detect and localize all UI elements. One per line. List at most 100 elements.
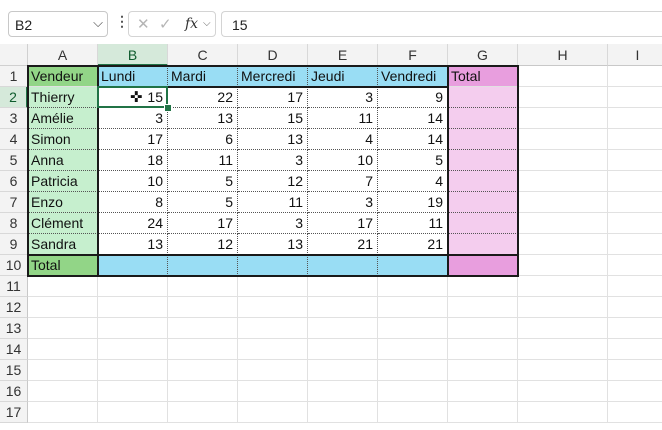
header-cell-vendeur[interactable]: Vendeur [28,66,98,87]
value-cell[interactable]: 4 [378,171,448,192]
name-cell[interactable]: Thierry [28,87,98,108]
value-cell[interactable]: 11 [168,150,238,171]
empty-cell[interactable] [168,360,238,381]
total-cell[interactable] [448,171,518,192]
total-cell[interactable] [448,192,518,213]
empty-cell[interactable] [168,339,238,360]
total-row-cell[interactable] [378,255,448,276]
empty-cell[interactable] [308,339,378,360]
header-cell-vendredi[interactable]: Vendredi [378,66,448,87]
name-cell[interactable]: Clément [28,213,98,234]
value-cell[interactable]: 10 [98,171,168,192]
empty-cell[interactable] [28,381,98,402]
value-cell[interactable]: 5 [168,171,238,192]
empty-cell[interactable] [518,171,608,192]
column-header-i[interactable]: I [608,44,662,66]
empty-cell[interactable] [308,381,378,402]
value-cell[interactable]: 18 [98,150,168,171]
value-cell[interactable]: 13 [238,129,308,150]
value-cell[interactable]: 13 [98,234,168,255]
name-box[interactable]: B2 ⌵ [8,11,108,37]
empty-cell[interactable] [378,297,448,318]
more-options-icon[interactable]: ⋮ [115,13,129,30]
empty-cell[interactable] [608,255,662,276]
empty-cell[interactable] [608,381,662,402]
value-cell[interactable]: 4 [308,129,378,150]
value-cell[interactable]: 5 [378,150,448,171]
empty-cell[interactable] [168,297,238,318]
value-cell[interactable]: 12 [168,234,238,255]
empty-cell[interactable] [518,213,608,234]
empty-cell[interactable] [98,381,168,402]
empty-cell[interactable] [308,402,378,423]
empty-cell[interactable] [608,402,662,423]
value-cell[interactable]: 8 [98,192,168,213]
empty-cell[interactable] [308,276,378,297]
value-cell[interactable]: 21 [308,234,378,255]
name-cell[interactable]: Sandra [28,234,98,255]
empty-cell[interactable] [608,213,662,234]
total-row-cell[interactable] [238,255,308,276]
empty-cell[interactable] [28,339,98,360]
value-cell[interactable]: 13 [168,108,238,129]
value-cell[interactable]: 5 [168,192,238,213]
row-header-10[interactable]: 10 [0,255,28,276]
total-cell[interactable] [448,129,518,150]
empty-cell[interactable] [518,381,608,402]
fill-handle[interactable] [164,104,172,112]
empty-cell[interactable] [518,87,608,108]
empty-cell[interactable] [98,276,168,297]
empty-cell[interactable] [238,360,308,381]
empty-cell[interactable] [518,150,608,171]
value-cell[interactable]: 11 [378,213,448,234]
total-row-cell[interactable] [308,255,378,276]
empty-cell[interactable] [518,66,608,87]
cancel-icon[interactable]: ✕ [137,15,150,33]
empty-cell[interactable] [238,381,308,402]
value-cell[interactable]: 19 [378,192,448,213]
empty-cell[interactable] [238,402,308,423]
empty-cell[interactable] [518,360,608,381]
row-header-7[interactable]: 7 [0,192,28,213]
empty-cell[interactable] [448,381,518,402]
formula-input[interactable]: 15 [221,11,662,37]
empty-cell[interactable] [518,318,608,339]
empty-cell[interactable] [518,402,608,423]
empty-cell[interactable] [28,360,98,381]
name-cell[interactable]: Anna [28,150,98,171]
value-cell[interactable]: 3 [98,108,168,129]
empty-cell[interactable] [308,318,378,339]
chevron-down-icon[interactable]: ⌵ [203,18,211,29]
empty-cell[interactable] [378,318,448,339]
header-cell-mardi[interactable]: Mardi [168,66,238,87]
row-header-5[interactable]: 5 [0,150,28,171]
empty-cell[interactable] [448,318,518,339]
empty-cell[interactable] [608,171,662,192]
insert-function-icon[interactable]: fx [185,16,198,32]
empty-cell[interactable] [168,381,238,402]
column-header-b[interactable]: B [98,44,168,66]
empty-cell[interactable] [608,234,662,255]
empty-cell[interactable] [608,318,662,339]
header-cell-jeudi[interactable]: Jeudi [308,66,378,87]
total-row-cell[interactable] [168,255,238,276]
column-header-f[interactable]: F [378,44,448,66]
empty-cell[interactable] [378,381,448,402]
row-header-3[interactable]: 3 [0,108,28,129]
value-cell[interactable]: 9 [378,87,448,108]
name-cell[interactable]: Amélie [28,108,98,129]
name-cell[interactable]: Enzo [28,192,98,213]
empty-cell[interactable] [608,192,662,213]
empty-cell[interactable] [608,87,662,108]
grand-total-cell[interactable] [448,255,518,276]
total-row-label[interactable]: Total [28,255,98,276]
empty-cell[interactable] [28,276,98,297]
empty-cell[interactable] [608,360,662,381]
value-cell[interactable]: 11 [308,108,378,129]
total-cell[interactable] [448,150,518,171]
empty-cell[interactable] [168,318,238,339]
row-header-17[interactable]: 17 [0,402,28,423]
value-cell[interactable]: 24 [98,213,168,234]
row-header-13[interactable]: 13 [0,318,28,339]
empty-cell[interactable] [608,297,662,318]
